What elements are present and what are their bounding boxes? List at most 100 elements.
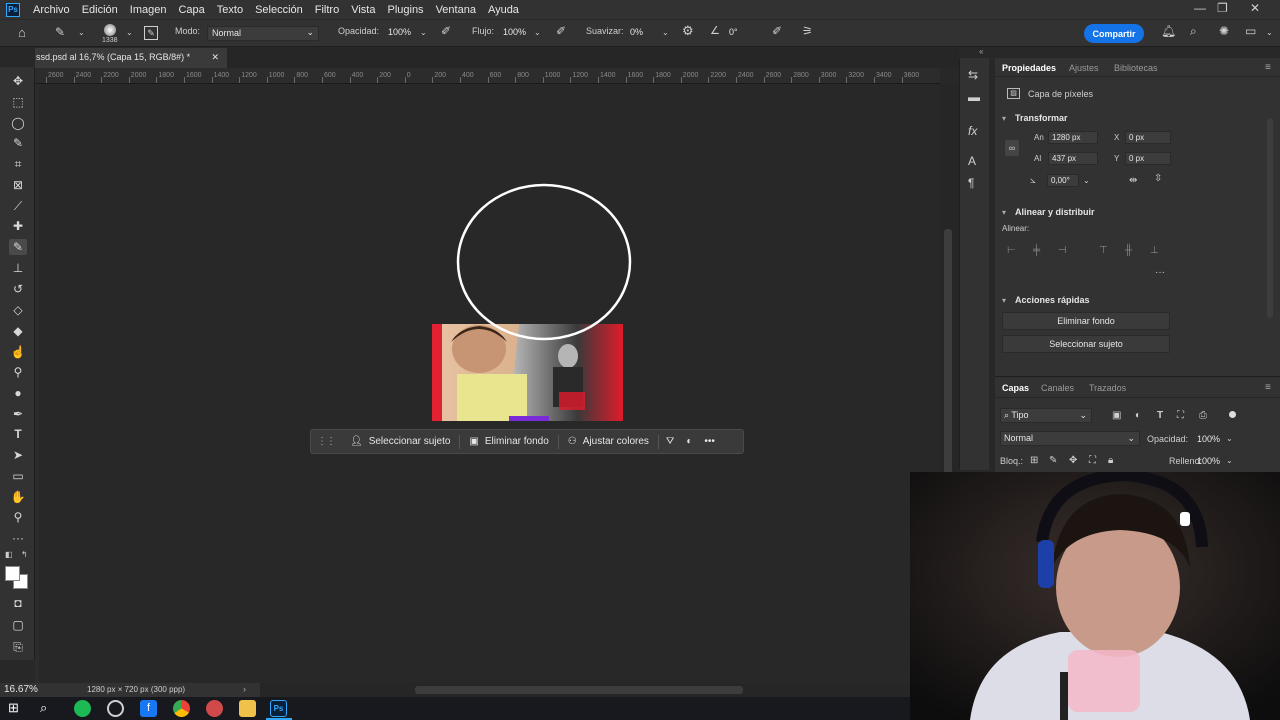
fill-input[interactable]: 100% — [1197, 456, 1220, 466]
windows-start-icon[interactable]: ⊞ — [8, 700, 19, 716]
minimize-icon[interactable]: — — [1194, 1, 1206, 15]
align-middle-v-icon[interactable]: ╫ — [1125, 245, 1132, 256]
more-options-icon[interactable]: ••• — [697, 430, 722, 453]
foreground-color-swatch[interactable] — [5, 566, 20, 581]
close-tab-icon[interactable]: ✕ — [211, 52, 219, 63]
rectangle-tool-icon[interactable]: ▭ — [9, 468, 27, 484]
quick-actions-title[interactable]: Acciones rápidas — [1015, 295, 1090, 305]
more-tools-icon[interactable]: ··· — [9, 530, 27, 546]
restore-icon[interactable]: ❐ — [1217, 1, 1228, 15]
chevron-down-icon[interactable]: ⌄ — [1083, 176, 1090, 185]
photoshop-taskbar-icon[interactable]: Ps — [270, 700, 287, 717]
drag-handle-icon[interactable]: ⋮⋮ — [311, 436, 341, 447]
smudge-icon[interactable]: ☝ — [9, 344, 27, 360]
clone-stamp-icon[interactable]: ⊥ — [9, 260, 27, 276]
bell-icon[interactable]: 🔔︎ — [1161, 24, 1176, 38]
x-input[interactable]: 0 px — [1125, 131, 1171, 144]
lock-transparent-icon[interactable]: ⊞ — [1030, 455, 1038, 466]
filter-smart-object-icon[interactable]: ⎙ — [1199, 410, 1207, 421]
ellipse-selection[interactable] — [456, 183, 632, 341]
collapse-panels-icon[interactable]: « — [979, 47, 983, 56]
transform-icon[interactable]: ⛛ — [659, 430, 681, 453]
menu-vista[interactable]: Vista — [346, 4, 382, 16]
tab-canales[interactable]: Canales — [1041, 383, 1074, 393]
move-tool-icon[interactable]: ✥ — [9, 73, 27, 89]
chevron-down-icon[interactable]: ⌄ — [420, 28, 427, 37]
brush-tool-icon[interactable]: ✎ — [9, 239, 27, 255]
app-icon[interactable] — [206, 700, 223, 717]
chevron-down-icon[interactable]: ⌄ — [1226, 456, 1233, 465]
align-section-title[interactable]: Alinear y distribuir — [1015, 207, 1095, 217]
transform-section-title[interactable]: Transformar — [1015, 113, 1068, 123]
flip-horizontal-icon[interactable]: ⇹ — [1129, 175, 1137, 186]
chrome-icon[interactable] — [173, 700, 190, 717]
layer-opacity-input[interactable]: 100% — [1197, 434, 1220, 444]
tab-bibliotecas[interactable]: Bibliotecas — [1114, 63, 1158, 73]
workspace-icon[interactable]: ▭ — [1245, 24, 1256, 38]
properties-scrollbar[interactable] — [1267, 118, 1273, 318]
flip-vertical-icon[interactable]: ⇳ — [1154, 173, 1162, 184]
smoothing-input[interactable]: 0% — [626, 26, 656, 41]
chevron-down-icon[interactable]: ⌄ — [78, 28, 85, 37]
brush-preview-icon[interactable] — [104, 24, 116, 36]
chevron-right-icon[interactable]: › — [243, 684, 246, 694]
chevron-down-icon[interactable]: ▾ — [1002, 296, 1006, 305]
chevron-down-icon[interactable]: ⌄ — [1226, 434, 1233, 443]
horizontal-scrollbar[interactable] — [260, 683, 940, 697]
marquee-tool-icon[interactable]: ⬚ — [9, 94, 27, 110]
mask-icon[interactable]: ◐ — [681, 430, 697, 453]
pressure-opacity-icon[interactable]: ✐ — [441, 24, 451, 38]
menu-plugins[interactable]: Plugins — [382, 4, 430, 16]
search-icon[interactable]: ⌕ — [40, 700, 47, 716]
tab-capas[interactable]: Capas — [1002, 383, 1029, 393]
select-subject-button[interactable]: Seleccionar sujeto — [1002, 335, 1170, 353]
swap-colors-icon[interactable]: ↰ — [21, 550, 28, 559]
lock-position-icon[interactable]: ✥ — [1069, 455, 1077, 466]
history-brush-icon[interactable]: ↺ — [9, 281, 27, 297]
menu-edicion[interactable]: Edición — [77, 4, 125, 16]
width-input[interactable]: 1280 px — [1048, 131, 1098, 144]
blend-mode-select[interactable]: Normal ⌄ — [1000, 431, 1140, 446]
tab-trazados[interactable]: Trazados — [1089, 383, 1126, 393]
default-colors-icon[interactable]: ◧ — [5, 550, 13, 559]
document-tab[interactable]: ssd.psd al 16,7% (Capa 15, RGB/8#) * ✕ — [35, 48, 227, 68]
tab-ajustes[interactable]: Ajustes — [1069, 63, 1099, 73]
symmetry-icon[interactable]: ⚞ — [802, 24, 813, 38]
layer-filter-select[interactable]: ⌕ Tipo ⌄ — [1000, 408, 1092, 423]
chevron-down-icon[interactable]: ⌄ — [126, 28, 133, 37]
panel-menu-icon[interactable]: ≡ — [1265, 382, 1271, 393]
healing-brush-icon[interactable]: ✚ — [9, 218, 27, 234]
align-right-icon[interactable]: ⊣ — [1058, 245, 1067, 256]
menu-capa[interactable]: Capa — [173, 4, 211, 16]
align-bottom-icon[interactable]: ⊥ — [1150, 245, 1159, 256]
menu-ventana[interactable]: Ventana — [431, 4, 483, 16]
brush-tool-icon[interactable]: ✎ — [55, 25, 65, 39]
chevron-down-icon[interactable]: ⌄ — [1266, 28, 1273, 37]
adjust-colors-button[interactable]: ⚇ Ajustar colores — [559, 430, 658, 453]
history-icon[interactable]: ⇆ — [968, 68, 978, 82]
comments-icon[interactable]: ▬ — [968, 90, 980, 104]
facebook-icon[interactable]: f — [140, 700, 157, 717]
close-icon[interactable]: ✕ — [1250, 1, 1260, 15]
menu-texto[interactable]: Texto — [212, 4, 250, 16]
panel-menu-icon[interactable]: ≡ — [1265, 62, 1271, 73]
fx-icon[interactable]: fx — [968, 124, 977, 138]
align-center-h-icon[interactable]: ╪ — [1033, 245, 1040, 256]
y-input[interactable]: 0 px — [1125, 152, 1171, 165]
zoom-level[interactable]: 16.67% — [4, 684, 38, 695]
canvas-area[interactable] — [39, 84, 940, 683]
obs-icon[interactable] — [107, 700, 124, 717]
home-icon[interactable]: ⌂ — [18, 25, 26, 40]
filter-type-icon[interactable]: T — [1157, 410, 1163, 421]
search-icon[interactable]: ⌕ — [1190, 24, 1197, 39]
lock-all-icon[interactable]: 🔒︎ — [1108, 455, 1113, 466]
screen-mode-icon[interactable]: ▢ — [9, 617, 27, 633]
filter-shape-icon[interactable]: ⛶ — [1177, 410, 1184, 421]
remove-background-button[interactable]: Eliminar fondo — [1002, 312, 1170, 330]
pen-tool-icon[interactable]: ✒ — [9, 406, 27, 422]
share-button[interactable]: Compartir — [1084, 24, 1144, 43]
lasso-tool-icon[interactable]: ◯ — [9, 115, 27, 131]
character-icon[interactable]: A — [968, 154, 976, 168]
flow-input[interactable]: 100% — [499, 26, 531, 41]
menu-seleccion[interactable]: Selección — [250, 4, 310, 16]
